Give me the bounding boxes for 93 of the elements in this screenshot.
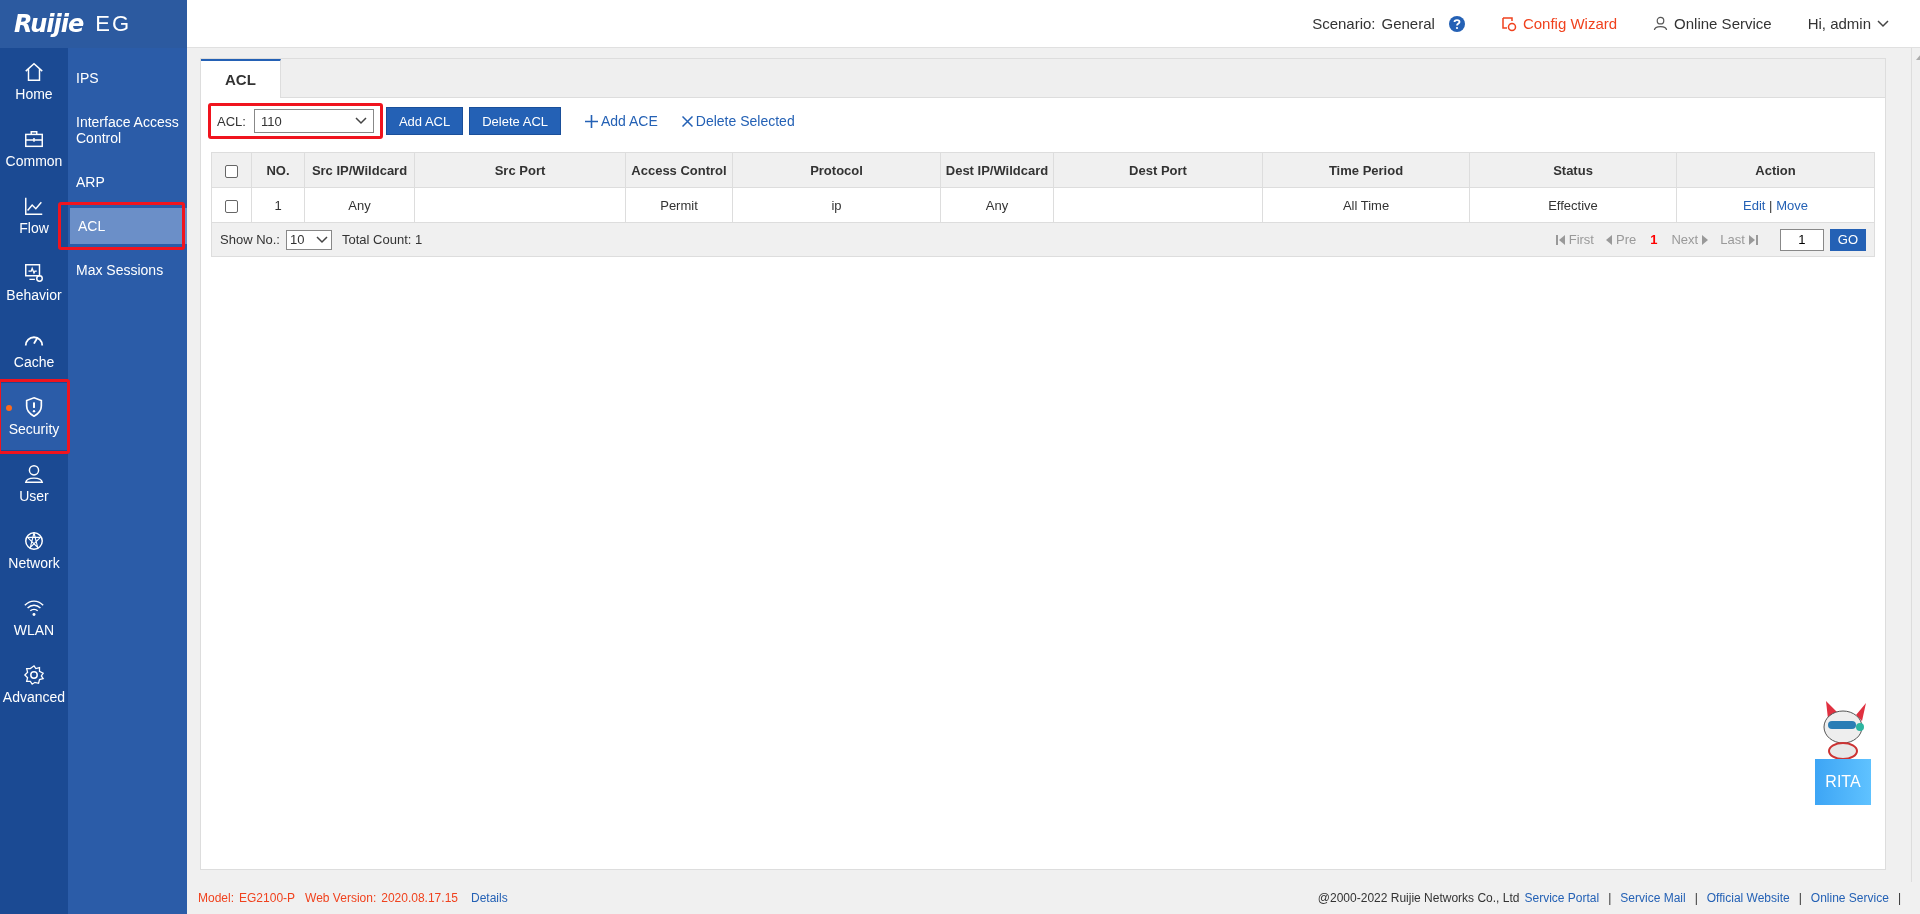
acl-label: ACL: <box>217 113 246 129</box>
footer-link[interactable]: Service Mail <box>1620 891 1686 905</box>
go-button[interactable]: GO <box>1829 228 1866 251</box>
user-icon <box>1653 16 1669 31</box>
nav-item[interactable]: Cache <box>0 316 68 383</box>
column-header: Access Control <box>625 152 733 188</box>
chevron-down-icon <box>1877 19 1889 28</box>
submenu-item[interactable]: Max Sessions <box>68 252 187 288</box>
product-name: EG <box>95 11 131 37</box>
right-triangle-icon <box>1702 234 1709 245</box>
total-count: Total Count: 1 <box>342 232 423 247</box>
table-cell: All Time <box>1262 187 1470 223</box>
action-link[interactable]: Edit <box>1743 197 1766 213</box>
nav-item[interactable]: User <box>0 450 68 517</box>
online-service-link[interactable]: Online Service <box>1674 15 1772 32</box>
user-menu[interactable]: Hi, admin <box>1807 15 1871 32</box>
home-icon <box>23 61 45 83</box>
model-label: Model: <box>198 891 235 905</box>
nav-item[interactable]: Flow <box>0 182 68 249</box>
nav-item[interactable]: Security <box>0 383 68 450</box>
acl-select[interactable]: 110 <box>253 109 374 133</box>
nav-item[interactable]: Home <box>0 48 68 115</box>
table-cell: Any <box>940 187 1054 223</box>
column-header: Action <box>1676 152 1875 188</box>
column-header: Dest IP/Wildcard <box>940 152 1054 188</box>
footer-link[interactable]: Official Website <box>1706 891 1790 905</box>
wizard-icon <box>1500 15 1517 32</box>
nav-item[interactable]: Behavior <box>0 249 68 316</box>
footer-link[interactable]: Online Service <box>1810 891 1889 905</box>
user-icon <box>23 463 45 485</box>
submenu-item[interactable]: ARP <box>68 164 187 200</box>
last-page-icon <box>1748 234 1758 245</box>
link-separator: | <box>1897 891 1901 905</box>
left-triangle-icon <box>1606 234 1612 245</box>
submenu-item[interactable]: IPS <box>68 60 187 96</box>
first-page-icon <box>1555 234 1565 245</box>
nav-item[interactable]: WLAN <box>0 584 68 651</box>
row-checkbox[interactable] <box>225 199 238 213</box>
shield-icon <box>23 396 45 418</box>
column-header: Protocol <box>732 152 941 188</box>
chevron-down-icon <box>316 235 328 244</box>
help-icon[interactable] <box>1448 15 1465 32</box>
show-no-label: Show No.: <box>220 232 280 247</box>
scenario-value: General <box>1381 15 1435 32</box>
action-separator: | <box>1769 197 1773 213</box>
link-separator: | <box>1798 891 1802 905</box>
globe-icon <box>23 530 45 552</box>
column-header: Src Port <box>414 152 626 188</box>
delete-selected-link[interactable]: Delete Selected <box>681 113 795 129</box>
page-input[interactable]: 1 <box>1779 228 1824 251</box>
action-link[interactable]: Move <box>1776 197 1808 213</box>
tab[interactable]: ACL <box>201 59 281 98</box>
current-page: 1 <box>1650 232 1658 247</box>
table-cell: ip <box>732 187 941 223</box>
config-wizard-link[interactable]: Config Wizard <box>1522 15 1618 32</box>
nav-item[interactable]: Advanced <box>0 651 68 718</box>
column-header: Time Period <box>1262 152 1470 188</box>
table-cell: Effective <box>1469 187 1677 223</box>
version-label: Web Version: <box>305 891 377 905</box>
model-value: EG2100-P <box>239 891 296 905</box>
table-cell: Permit <box>625 187 733 223</box>
page-size-select[interactable]: 10 <box>286 229 332 250</box>
copyright-text: @2000-2022 Ruijie Networks Co., Ltd <box>1317 891 1520 905</box>
version-value: 2020.08.17.15 <box>381 891 458 905</box>
active-dot <box>6 405 12 411</box>
link-separator: | <box>1694 891 1698 905</box>
add-ace-link[interactable]: Add ACE <box>585 113 658 129</box>
settings-icon <box>23 664 45 686</box>
select-all-checkbox[interactable] <box>225 164 238 178</box>
close-icon <box>681 115 693 127</box>
table-cell: Any <box>304 187 415 223</box>
table-cell: 1 <box>251 187 305 223</box>
scenario-label: Scenario: <box>1312 15 1376 32</box>
plus-icon <box>585 114 598 128</box>
chevron-down-icon <box>354 117 367 125</box>
submenu-item[interactable]: ACL <box>70 208 187 244</box>
submenu-item[interactable]: Interface Access Control <box>68 104 187 156</box>
line-chart-icon <box>23 195 45 217</box>
monitor-icon <box>23 262 45 284</box>
column-header: Status <box>1469 152 1677 188</box>
toolbar-button[interactable]: Delete ACL <box>469 107 561 135</box>
column-header: Dest Port <box>1053 152 1263 188</box>
nav-item[interactable]: Common <box>0 115 68 182</box>
nav-item[interactable]: Network <box>0 517 68 584</box>
link-separator: | <box>1608 891 1612 905</box>
wifi-icon <box>23 597 45 619</box>
toolbox-icon <box>23 128 45 150</box>
toolbar-button[interactable]: Add ACL <box>385 107 464 135</box>
column-header: NO. <box>251 152 305 188</box>
footer-link[interactable]: Service Portal <box>1524 891 1600 905</box>
column-header: Src IP/Wildcard <box>304 152 415 188</box>
details-link[interactable]: Details <box>471 891 508 905</box>
brand-logo: Ruijie <box>14 10 84 38</box>
